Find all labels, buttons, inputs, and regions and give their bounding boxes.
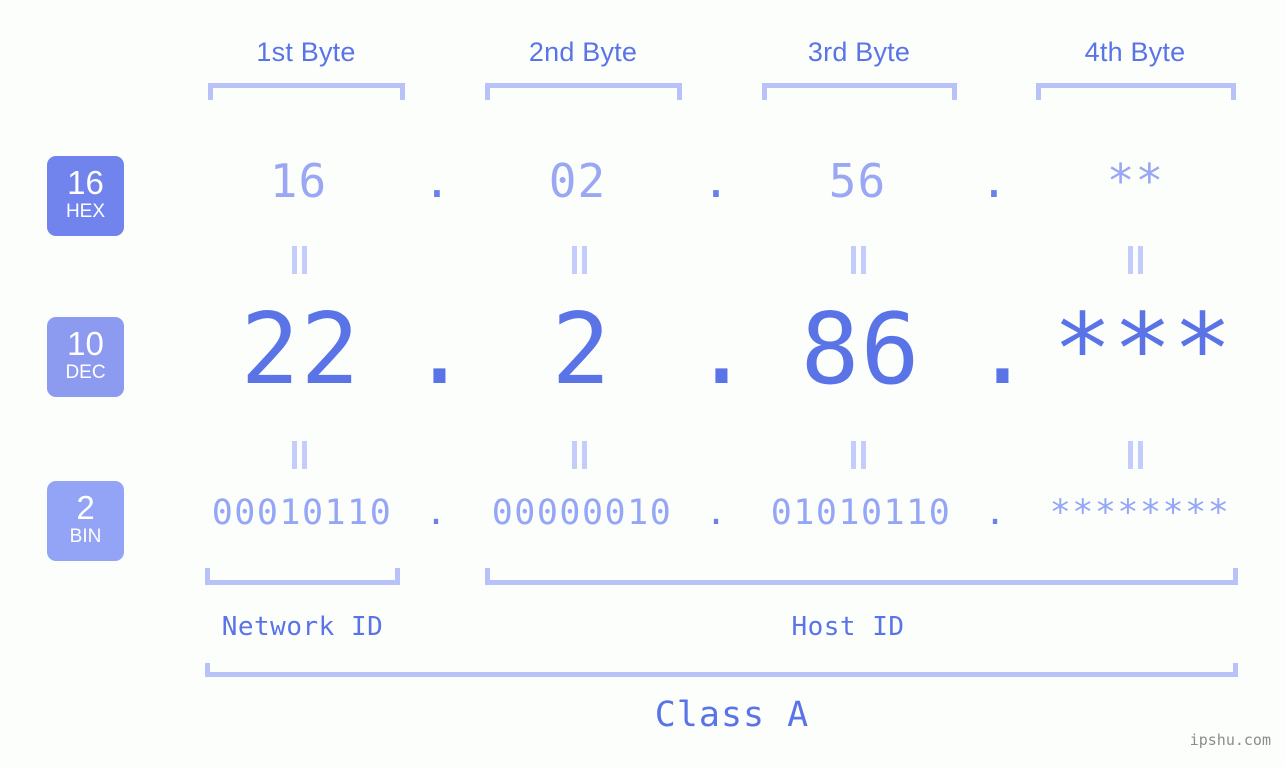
bin-separator-1: .	[425, 493, 447, 533]
base-badge-bin-name: BIN	[69, 526, 102, 547]
hex-separator-2: .	[702, 154, 730, 208]
bin-separator-2: .	[705, 493, 727, 533]
class-bracket-icon	[205, 663, 1238, 677]
byte-header-2: 2nd Byte	[528, 37, 638, 67]
dec-byte-4-value: ***	[1052, 293, 1233, 407]
base-badge-dec: 10 DEC	[47, 317, 124, 397]
bin-byte-4-value: ********	[1049, 493, 1231, 533]
byte-bracket-1-icon	[208, 83, 405, 100]
byte-bracket-4-icon	[1036, 83, 1236, 100]
bin-byte-1-value: 00010110	[211, 493, 393, 533]
watermark: ipshu.com	[1189, 731, 1271, 749]
base-badge-dec-name: DEC	[65, 362, 106, 383]
hex-byte-4-value: **	[1106, 154, 1165, 208]
byte-header-3: 3rd Byte	[807, 37, 911, 67]
dec-separator-2: .	[692, 293, 752, 407]
byte-bracket-3-icon	[762, 83, 957, 100]
dec-byte-3-value: 86	[800, 293, 921, 407]
equals-icon-dec-bin-2	[568, 441, 590, 469]
network-id-label: Network ID	[221, 612, 384, 642]
equals-icon-hex-dec-1	[288, 246, 310, 274]
equals-icon-dec-bin-4	[1124, 441, 1146, 469]
class-label: Class A	[654, 695, 810, 735]
hex-byte-2-value: 02	[548, 154, 607, 208]
dec-separator-1: .	[410, 293, 470, 407]
bin-separator-3: .	[984, 493, 1006, 533]
hex-separator-3: .	[980, 154, 1008, 208]
equals-icon-hex-dec-3	[847, 246, 869, 274]
byte-header-1: 1st Byte	[256, 37, 356, 67]
hex-byte-1-value: 16	[269, 154, 328, 208]
dec-byte-2-value: 2	[551, 293, 612, 407]
byte-header-4: 4th Byte	[1084, 37, 1186, 67]
host-id-bracket-icon	[485, 568, 1238, 585]
hex-byte-3-value: 56	[828, 154, 887, 208]
hex-separator-1: .	[423, 154, 451, 208]
equals-icon-hex-dec-4	[1124, 246, 1146, 274]
base-badge-hex-name: HEX	[65, 201, 106, 222]
bin-byte-3-value: 01010110	[770, 493, 952, 533]
base-badge-hex-number: 16	[67, 164, 104, 201]
dec-byte-1-value: 22	[240, 293, 361, 407]
host-id-label: Host ID	[791, 612, 905, 642]
byte-bracket-2-icon	[485, 83, 682, 100]
dec-separator-3: .	[973, 293, 1033, 407]
equals-icon-dec-bin-1	[288, 441, 310, 469]
equals-icon-hex-dec-2	[568, 246, 590, 274]
equals-icon-dec-bin-3	[847, 441, 869, 469]
base-badge-dec-number: 10	[67, 325, 104, 362]
network-id-bracket-icon	[205, 568, 400, 585]
base-badge-bin-number: 2	[76, 489, 95, 526]
ip-address-breakdown-diagram: 1st Byte 2nd Byte 3rd Byte 4th Byte 16 H…	[0, 0, 1285, 767]
base-badge-hex: 16 HEX	[47, 156, 124, 236]
bin-byte-2-value: 00000010	[491, 493, 673, 533]
base-badge-bin: 2 BIN	[47, 481, 124, 561]
